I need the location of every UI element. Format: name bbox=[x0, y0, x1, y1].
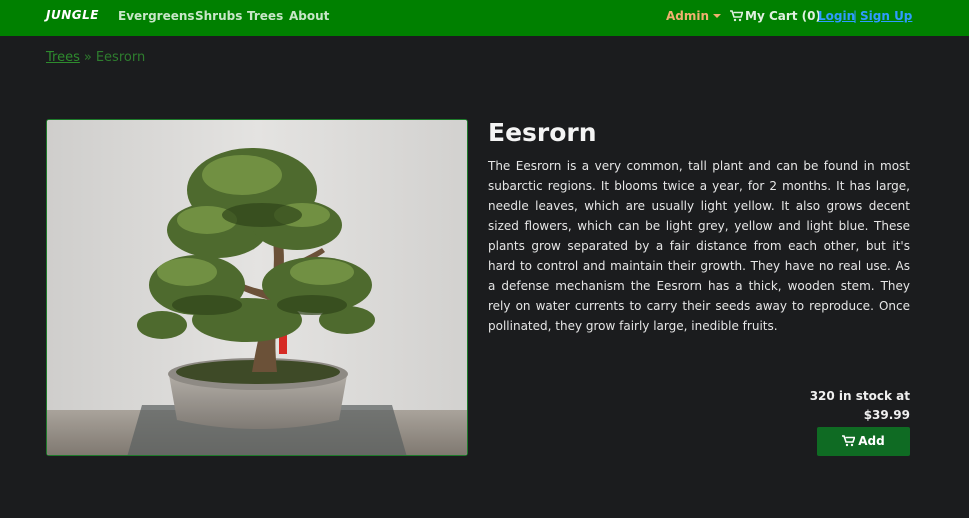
add-to-cart-button[interactable]: Add bbox=[817, 427, 910, 456]
stock-text: 320 in stock at bbox=[809, 389, 910, 403]
breadcrumb: Trees» Eesrorn bbox=[46, 50, 145, 65]
top-navbar: JUNGLE Evergreens Shrubs Trees About Adm… bbox=[0, 0, 969, 36]
admin-label: Admin bbox=[666, 9, 710, 23]
price-text: $39.99 bbox=[863, 408, 910, 422]
bonsai-tree-photo bbox=[47, 120, 467, 455]
cart-label: My Cart (0) bbox=[745, 9, 821, 23]
nav-link-trees[interactable]: Trees bbox=[247, 9, 283, 23]
breadcrumb-current: Eesrorn bbox=[95, 50, 146, 65]
add-button-label: Add bbox=[858, 434, 885, 448]
product-image bbox=[46, 119, 468, 456]
cart-icon bbox=[730, 10, 744, 22]
signup-link[interactable]: Sign Up bbox=[860, 9, 912, 23]
auth-separator: | bbox=[853, 9, 858, 23]
nav-link-shrubs[interactable]: Shrubs bbox=[195, 9, 242, 23]
nav-link-evergreens[interactable]: Evergreens bbox=[118, 9, 195, 23]
brand-logo[interactable]: JUNGLE bbox=[46, 8, 99, 22]
my-cart-link[interactable]: My Cart (0) bbox=[730, 9, 821, 23]
chevron-down-icon bbox=[713, 14, 722, 18]
product-description: The Eesrorn is a very common, tall plant… bbox=[488, 159, 910, 333]
cart-icon bbox=[842, 435, 856, 447]
product-title: Eesrorn bbox=[488, 118, 597, 147]
breadcrumb-separator: » bbox=[83, 50, 92, 65]
breadcrumb-trees-link[interactable]: Trees bbox=[46, 50, 80, 65]
login-link[interactable]: Login bbox=[818, 9, 855, 23]
admin-dropdown[interactable]: Admin bbox=[666, 9, 722, 23]
nav-link-about[interactable]: About bbox=[289, 9, 329, 23]
